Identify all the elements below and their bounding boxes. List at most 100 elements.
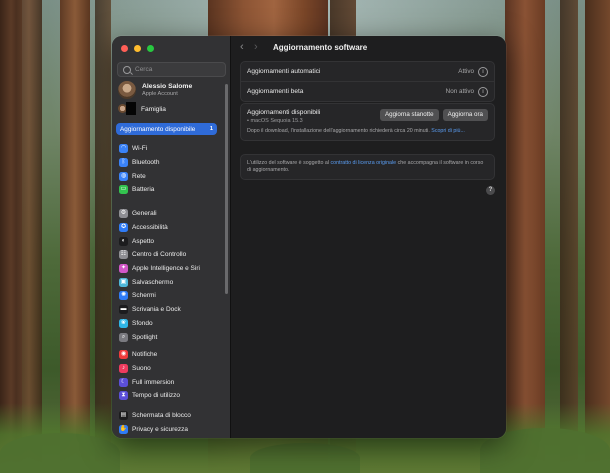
sidebar-item-label: Scrivania e Dock [132, 306, 181, 314]
search-input[interactable] [135, 66, 215, 73]
wifi-icon: ◠ [119, 144, 128, 154]
minimize-button[interactable] [134, 45, 141, 52]
info-icon[interactable]: i [478, 86, 488, 97]
sidebar-item[interactable]: ✋ Privacy e sicurezza [116, 423, 226, 437]
family-row[interactable]: Famiglia [118, 102, 166, 116]
sidebar-item[interactable]: ⧗ Tempo di utilizzo [116, 389, 226, 403]
network-icon: ◍ [119, 171, 128, 181]
available-updates-title: Aggiornamenti disponibili [247, 109, 321, 116]
automatic-updates-row: Aggiornamenti automatici Attivo i [241, 62, 494, 81]
settings-group: Aggiornamenti automatici Attivo i Aggior… [240, 61, 495, 102]
screensaver-icon: ▣ [119, 277, 128, 287]
sidebar-group: ◠ Wi-Fi ᛒ Bluetooth ◍ Rete ▭ Batteria [116, 142, 226, 197]
sidebar-group: ▤ Schermata di blocco ✋ Privacy e sicurezza [116, 409, 226, 436]
sidebar-item-label: Generali [132, 210, 157, 218]
sidebar-item-label: Notifiche [132, 351, 158, 359]
dock-icon: ▬ [119, 305, 128, 315]
sidebar-item[interactable]: ◐ Aspetto [116, 234, 226, 248]
sidebar-item[interactable]: ☾ Full immersion [116, 375, 226, 389]
sidebar-item-label: Schermi [132, 292, 156, 300]
search-icon [123, 65, 131, 74]
main-pane: ‹ › Aggiornamento software Aggiornamenti… [231, 36, 506, 438]
zoom-button[interactable] [147, 45, 154, 52]
page-title: Aggiornamento software [273, 42, 368, 52]
sidebar-item-label: Apple Intelligence e Siri [132, 265, 200, 273]
sidebar-item[interactable]: ☷ Centro di Controllo [116, 248, 226, 262]
avatar [118, 81, 136, 99]
sidebar-item-label: Full immersion [132, 378, 175, 386]
sidebar-group: ⚙ Generali ✪ Accessibilità ◐ Aspetto ☷ Centro d… [116, 207, 226, 344]
window-controls [121, 45, 154, 52]
family-avatars [118, 102, 136, 116]
sidebar-scrollbar[interactable] [225, 84, 228, 294]
sidebar-item-label: Centro di Controllo [132, 251, 187, 259]
update-now-button[interactable]: Aggiorna ora [442, 109, 488, 121]
sidebar-item[interactable]: ✺ Schermi [116, 289, 226, 303]
sidebar-item[interactable]: ◍ Rete [116, 169, 226, 183]
automatic-updates-value: Attivo [458, 68, 474, 75]
system-settings-window: Alessio Salome Apple Account Famiglia Ag… [112, 36, 506, 438]
info-icon[interactable]: i [478, 66, 488, 77]
update-count-badge: 1 [209, 126, 213, 132]
search-field[interactable] [117, 62, 226, 77]
sidebar-item[interactable]: ♪ Suono [116, 362, 226, 376]
sidebar-item[interactable]: ▣ Salvaschermo [116, 275, 226, 289]
sidebar: Alessio Salome Apple Account Famiglia Ag… [112, 36, 231, 438]
sidebar-item[interactable]: ▭ Batteria [116, 183, 226, 197]
license-group: L'utilizzo del software è soggetto al co… [240, 154, 495, 181]
notifications-icon: ◉ [119, 350, 128, 360]
close-button[interactable] [121, 45, 128, 52]
help-button[interactable]: ? [486, 186, 495, 195]
sidebar-item-label: Salvaschermo [132, 278, 174, 286]
focus-icon: ☾ [119, 377, 128, 387]
sidebar-item-label: Suono [132, 365, 151, 373]
sidebar-item-label: Accessibilità [132, 224, 168, 232]
download-info-text: Dopo il download, l'installazione dell'a… [247, 128, 430, 134]
sidebar-item-software-update[interactable]: Aggiornamento disponibile 1 [116, 123, 217, 135]
account-name: Alessio Salome [142, 82, 193, 90]
update-item: • macOS Sequoia 15.3 [247, 118, 303, 124]
sidebar-item[interactable]: ❀ Sfondo [116, 317, 226, 331]
learn-more-link[interactable]: Scopri di più... [431, 128, 465, 134]
sidebar-item-label: Spotlight [132, 333, 158, 341]
sidebar-item[interactable]: ▤ Schermata di blocco [116, 409, 226, 423]
lock-screen-icon: ▤ [119, 411, 128, 421]
sidebar-item-label: Privacy e sicurezza [132, 426, 188, 434]
forward-button[interactable]: › [254, 41, 268, 53]
license-link[interactable]: contratto di licenza originale [330, 160, 396, 166]
sidebar-item[interactable]: ✦ Apple Intelligence e Siri [116, 262, 226, 276]
available-updates-group: Aggiornamenti disponibili • macOS Sequoi… [240, 103, 495, 141]
sidebar-item-label: Batteria [132, 186, 155, 194]
battery-icon: ▭ [119, 185, 128, 195]
sidebar-item-label: Schermata di blocco [132, 412, 191, 420]
beta-updates-value: Non attivo [445, 88, 474, 95]
sidebar-item-label: Bluetooth [132, 159, 160, 167]
apple-account-row[interactable]: Alessio Salome Apple Account [118, 81, 192, 99]
sidebar-item[interactable]: ᛒ Bluetooth [116, 156, 226, 170]
accessibility-icon: ✪ [119, 223, 128, 233]
wallpaper-icon: ❀ [119, 318, 128, 328]
download-info: Dopo il download, l'installazione dell'a… [247, 128, 488, 134]
license-text-pre: L'utilizzo del software è soggetto al [247, 160, 331, 166]
update-tonight-button[interactable]: Aggiorna stanotte [380, 109, 439, 121]
bluetooth-icon: ᛒ [119, 158, 128, 168]
sidebar-item-label: Rete [132, 172, 146, 180]
sidebar-item[interactable]: ⌕ Spotlight [116, 330, 226, 344]
beta-updates-label: Aggiornamenti beta [247, 88, 304, 95]
gear-icon: ⚙ [119, 209, 128, 219]
sidebar-item[interactable]: ◠ Wi-Fi [116, 142, 226, 156]
sidebar-item[interactable]: ✪ Accessibilità [116, 221, 226, 235]
sidebar-item[interactable]: ▬ Scrivania e Dock [116, 303, 226, 317]
sidebar-item-label: Aspetto [132, 237, 155, 245]
beta-updates-row: Aggiornamenti beta Non attivo i [241, 81, 494, 101]
sidebar-item-label: Sfondo [132, 319, 153, 327]
toolbar: ‹ › Aggiornamento software [231, 36, 506, 58]
sidebar-group: ◉ Notifiche ♪ Suono ☾ Full immersion ⧗ Tempo di… [116, 348, 226, 403]
sidebar-item[interactable]: ◉ Notifiche [116, 348, 226, 362]
control-center-icon: ☷ [119, 250, 128, 260]
siri-icon: ✦ [119, 264, 128, 274]
automatic-updates-label: Aggiornamenti automatici [247, 68, 321, 75]
back-button[interactable]: ‹ [240, 41, 254, 53]
appearance-icon: ◐ [119, 236, 128, 246]
sidebar-item[interactable]: ⚙ Generali [116, 207, 226, 221]
